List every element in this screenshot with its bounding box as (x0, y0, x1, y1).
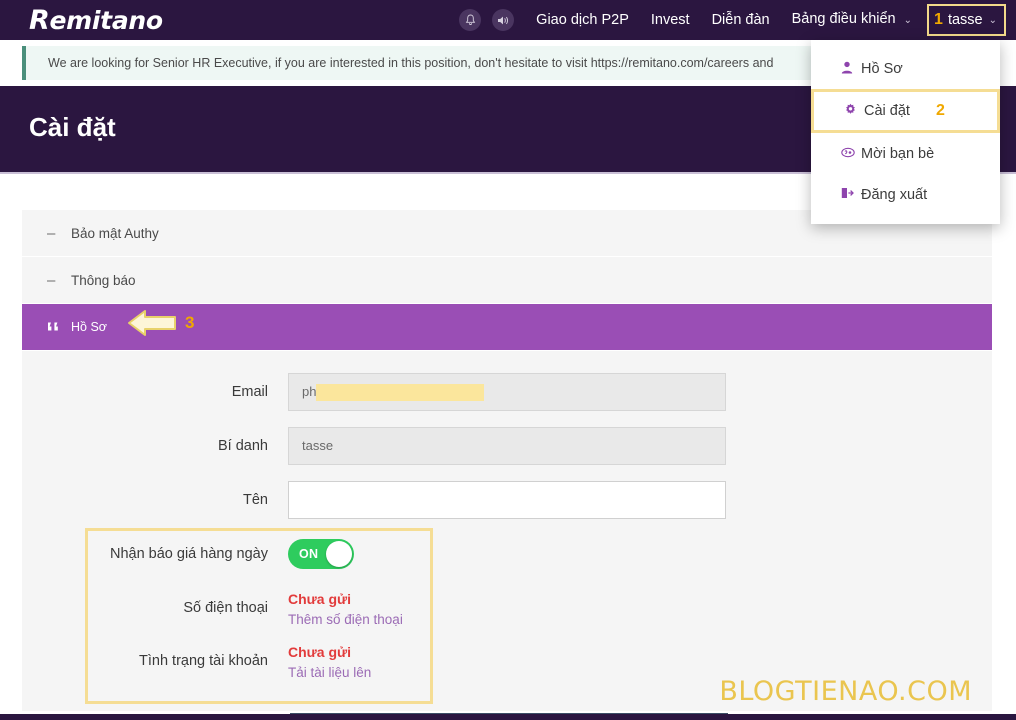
nav-item-p2p[interactable]: Giao dịch P2P (525, 0, 640, 40)
form-row-phone: Số điện thoại Chưa gửi Thêm số điện thoạ… (22, 589, 992, 630)
logout-icon (841, 187, 861, 202)
logo-text: emitano (49, 6, 164, 35)
daily-quote-control: ON (288, 535, 726, 569)
gear-icon (844, 103, 864, 119)
remitano-settings-page: Remitano Giao dịch P2P Invest Diễn đàn B… (0, 0, 1016, 720)
alias-field: tasse (288, 427, 726, 465)
step-badge-3: 3 (185, 313, 195, 332)
speaker-glyph (497, 16, 508, 24)
nav-right-group: Giao dịch P2P Invest Diễn đàn Bảng điều … (459, 0, 1010, 40)
bell-icon[interactable] (459, 9, 482, 31)
logo-letter-r: R (29, 5, 50, 36)
daily-quote-toggle[interactable]: ON (288, 539, 354, 569)
toggle-knob (326, 541, 352, 567)
name-control (288, 481, 726, 519)
menu-item-invite-label: Mời bạn bè (861, 145, 935, 162)
step-badge-2: 2 (935, 102, 945, 119)
quote-glyph (48, 322, 58, 331)
alias-control: tasse (288, 427, 726, 465)
accordion-item-profile-label: Hồ Sơ (71, 320, 107, 334)
profile-form: Email ph Bí danh tasse Tên Nhận báo giá … (22, 351, 992, 711)
logout-glyph (841, 188, 854, 198)
form-row-email: Email ph (22, 373, 992, 411)
annotation-arrow-3: 3 (126, 306, 194, 340)
accordion-item-notifications-label: Thông báo (71, 272, 136, 288)
speaker-icon[interactable] (492, 9, 515, 31)
menu-item-settings-label: Cài đặt (864, 103, 910, 119)
top-navigation-bar: Remitano Giao dịch P2P Invest Diễn đàn B… (0, 0, 1016, 40)
announcement-banner-text: We are looking for Senior HR Executive, … (48, 56, 774, 70)
email-field: ph (288, 373, 726, 411)
menu-item-profile-label: Hồ Sơ (861, 60, 903, 77)
gear-glyph (846, 103, 855, 114)
page-title: Cài đặt (29, 112, 116, 142)
account-status-control: Chưa gửi Tải tài liệu lên (288, 642, 726, 683)
nav-item-dashboard[interactable]: Bảng điều khiển ⌄ (781, 0, 923, 41)
email-value-prefix: ph (302, 384, 317, 399)
alias-label: Bí danh (218, 438, 268, 454)
phone-label: Số điện thoại (183, 600, 268, 616)
form-row-name: Tên (22, 481, 992, 519)
account-status-badge: Chưa gửi (288, 644, 352, 660)
accordion-item-notifications[interactable]: – Thông báo (22, 257, 992, 304)
accordion-item-authy-security-label: Bảo mật Authy (71, 225, 159, 241)
remitano-logo[interactable]: Remitano (29, 5, 164, 36)
left-arrow-icon (128, 310, 176, 336)
daily-quote-label: Nhận báo giá hàng ngày (109, 546, 268, 562)
daily-quote-toggle-state: ON (299, 547, 319, 561)
add-phone-link[interactable]: Thêm số điện thoại (288, 609, 726, 630)
chevron-down-icon: ⌄ (903, 15, 913, 26)
nav-item-invest[interactable]: Invest (640, 0, 701, 40)
user-menu-button[interactable]: 1 tasse ⌄ (927, 4, 1006, 36)
user-glyph (841, 61, 853, 73)
name-input[interactable] (288, 481, 726, 519)
nav-item-invest-label: Invest (650, 12, 690, 28)
form-row-account-status: Tình trạng tài khoản Chưa gửi Tải tài li… (22, 642, 992, 683)
user-icon (841, 61, 861, 77)
menu-item-invite-friends[interactable]: Mời bạn bè (811, 133, 1000, 174)
minus-icon: – (47, 224, 56, 242)
user-dropdown-menu: Hồ Sơ Cài đặt 2 Mời bạn bè Đăng xuất (811, 40, 1000, 224)
quote-icon (47, 319, 71, 335)
nav-item-forum[interactable]: Diễn đàn (701, 0, 781, 40)
name-label: Tên (243, 492, 268, 508)
username-label: tasse (947, 12, 983, 28)
alias-value: tasse (302, 438, 334, 453)
phone-control: Chưa gửi Thêm số điện thoại (288, 589, 726, 630)
account-status-label: Tình trạng tài khoản (139, 653, 268, 669)
menu-item-logout[interactable]: Đăng xuất (811, 174, 1000, 215)
step-badge-1: 1 (934, 11, 943, 28)
bell-glyph (465, 14, 475, 25)
settings-panel: – Bảo mật Authy – Thông báo Hồ Sơ Email (22, 176, 992, 720)
minus-icon: – (47, 271, 56, 289)
chevron-down-icon: ⌄ (988, 14, 997, 26)
nav-item-forum-label: Diễn đàn (711, 12, 770, 28)
menu-item-logout-label: Đăng xuất (861, 186, 928, 203)
invite-glyph (841, 147, 855, 158)
upload-documents-link[interactable]: Tải tài liệu lên (288, 662, 726, 683)
invite-icon (841, 146, 861, 161)
nav-item-dashboard-label: Bảng điều khiển (791, 11, 896, 27)
menu-item-profile[interactable]: Hồ Sơ (811, 48, 1000, 89)
nav-item-p2p-label: Giao dịch P2P (536, 12, 629, 28)
form-row-daily-quote: Nhận báo giá hàng ngày ON (22, 535, 992, 573)
phone-status-badge: Chưa gửi (288, 591, 352, 607)
email-redaction-bar (316, 383, 485, 401)
email-control: ph (288, 373, 726, 411)
form-row-alias: Bí danh tasse (22, 427, 992, 465)
email-label: Email (231, 384, 268, 400)
menu-item-settings[interactable]: Cài đặt 2 (811, 89, 1000, 133)
page-bottom-strip (0, 714, 1016, 720)
